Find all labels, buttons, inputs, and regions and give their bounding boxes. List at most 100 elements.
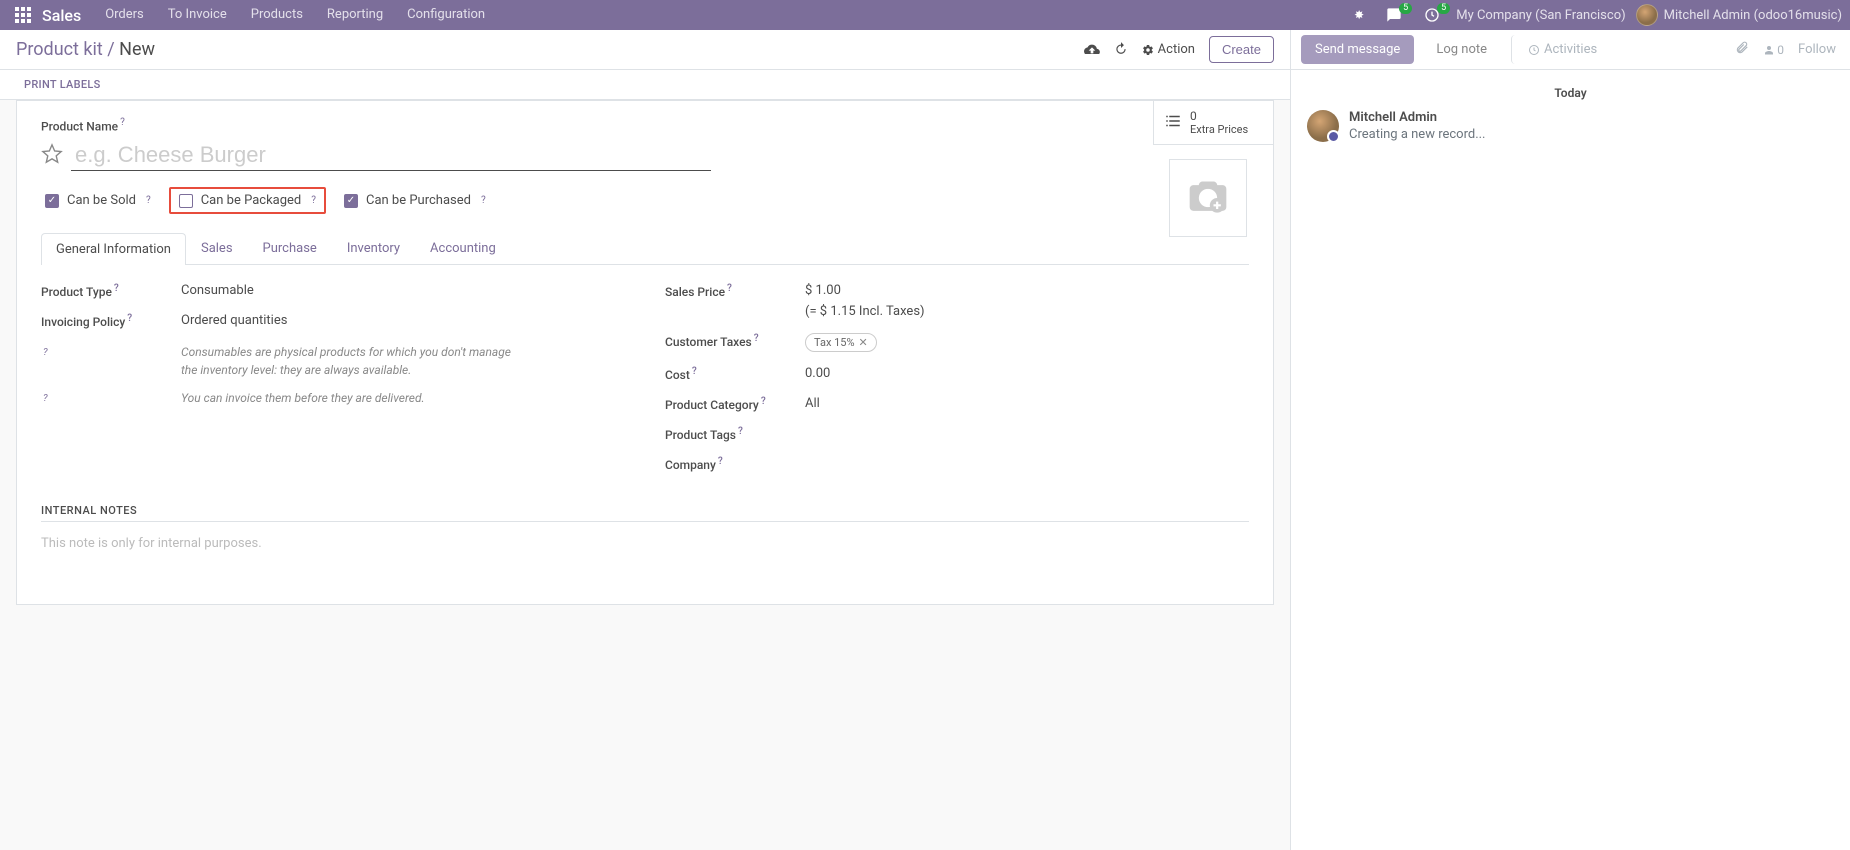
remove-tax-icon[interactable]: ✕ (859, 336, 868, 349)
apps-menu-icon[interactable] (8, 0, 38, 30)
nav-products[interactable]: Products (239, 0, 315, 30)
action-dropdown[interactable]: Action (1142, 42, 1195, 57)
nav-configuration[interactable]: Configuration (395, 0, 497, 30)
user-menu[interactable]: Mitchell Admin (odoo16music) (1636, 4, 1842, 26)
message-author: Mitchell Admin (1349, 110, 1486, 125)
user-avatar-icon (1636, 4, 1658, 26)
help-icon[interactable]: ? (120, 117, 125, 128)
can-be-packaged-option[interactable]: Can be Packaged? (169, 187, 326, 214)
help-icon[interactable]: ? (43, 345, 48, 360)
stat-label: Extra Prices (1190, 123, 1248, 136)
list-icon (1164, 112, 1182, 134)
activities-badge: 5 (1437, 3, 1450, 14)
help-icon[interactable]: ? (738, 426, 743, 437)
product-type-value[interactable]: Consumable (181, 283, 625, 299)
product-image-upload[interactable] (1169, 159, 1247, 237)
tab-accounting[interactable]: Accounting (415, 232, 511, 264)
tab-sales[interactable]: Sales (186, 232, 248, 264)
nav-reporting[interactable]: Reporting (315, 0, 395, 30)
messages-icon[interactable]: 5 (1380, 7, 1408, 23)
sales-price-label: Sales Price (665, 285, 725, 299)
breadcrumb-parent[interactable]: Product kit (16, 39, 103, 60)
tab-general-information[interactable]: General Information (41, 233, 186, 265)
help-icon[interactable]: ? (692, 366, 697, 377)
button-box: PRINT LABELS (0, 70, 1290, 100)
product-tags-label: Product Tags (665, 428, 736, 442)
tab-purchase[interactable]: Purchase (248, 232, 332, 264)
send-message-button[interactable]: Send message (1301, 35, 1414, 64)
help-icon[interactable]: ? (481, 195, 486, 206)
product-tags-value[interactable] (805, 426, 1249, 442)
log-note-button[interactable]: Log note (1422, 35, 1501, 64)
invoicing-policy-value[interactable]: Ordered quantities (181, 313, 625, 329)
chatter-message: Mitchell Admin Creating a new record... (1307, 110, 1834, 142)
form-sheet: 0 Extra Prices Product Name? (16, 100, 1274, 605)
help-icon[interactable]: ? (754, 333, 759, 344)
help-text-2: ?You can invoice them before they are de… (181, 389, 521, 407)
help-icon[interactable]: ? (311, 195, 316, 206)
clock-icon (1528, 44, 1540, 56)
person-icon (1763, 44, 1775, 56)
navbar-brand[interactable]: Sales (42, 6, 81, 25)
can-be-sold-checkbox[interactable] (45, 194, 59, 208)
help-icon[interactable]: ? (43, 391, 48, 406)
bug-icon[interactable]: ✸ (1348, 8, 1370, 22)
nav-to-invoice[interactable]: To Invoice (156, 0, 239, 30)
company-selector[interactable]: My Company (San Francisco) (1456, 8, 1625, 23)
activities-button[interactable]: Activities (1511, 35, 1611, 64)
company-label: Company (665, 458, 716, 472)
invoicing-policy-label: Invoicing Policy (41, 315, 125, 329)
nav-orders[interactable]: Orders (93, 0, 156, 30)
internal-notes-title: INTERNAL NOTES (41, 504, 1249, 522)
create-button[interactable]: Create (1209, 36, 1274, 63)
sales-price-incl: (= $ 1.15 Incl. Taxes) (805, 304, 1249, 319)
gear-icon (1142, 44, 1154, 56)
can-be-purchased-checkbox[interactable] (344, 194, 358, 208)
message-text: Creating a new record... (1349, 127, 1486, 142)
help-icon[interactable]: ? (127, 313, 132, 324)
product-type-label: Product Type (41, 285, 112, 299)
help-icon[interactable]: ? (146, 195, 151, 206)
user-name: Mitchell Admin (odoo16music) (1664, 8, 1842, 23)
tab-inventory[interactable]: Inventory (332, 232, 415, 264)
form-tabs: General Information Sales Purchase Inven… (41, 232, 1249, 265)
navbar-menu: Orders To Invoice Products Reporting Con… (93, 0, 497, 30)
chatter-panel: Send message Log note Activities 0 Follo… (1290, 30, 1850, 850)
help-text-1: ?Consumables are physical products for w… (181, 343, 521, 379)
cost-label: Cost (665, 368, 690, 382)
help-icon[interactable]: ? (718, 456, 723, 467)
help-icon[interactable]: ? (761, 396, 766, 407)
cloud-save-icon[interactable] (1084, 42, 1100, 58)
can-be-sold-option[interactable]: Can be Sold? (41, 191, 155, 210)
product-category-value[interactable]: All (805, 396, 1249, 412)
breadcrumb: Product kit / New (16, 39, 155, 60)
messages-badge: 5 (1399, 3, 1412, 14)
activities-icon[interactable]: 5 (1418, 7, 1446, 23)
attachment-icon[interactable] (1735, 41, 1749, 59)
internal-notes-input[interactable] (41, 526, 1249, 576)
favorite-star-icon[interactable] (41, 143, 63, 169)
product-name-input[interactable] (71, 140, 711, 171)
product-name-label: Product Name (41, 119, 118, 133)
control-panel: Product kit / New Action Create (0, 30, 1290, 70)
discard-icon[interactable] (1114, 41, 1128, 59)
tax-tag[interactable]: Tax 15% ✕ (805, 333, 877, 352)
help-icon[interactable]: ? (727, 283, 732, 294)
company-value[interactable] (805, 456, 1249, 472)
chatter-date-separator: Today (1307, 86, 1834, 100)
top-navbar: Sales Orders To Invoice Products Reporti… (0, 0, 1850, 30)
stat-value: 0 (1190, 109, 1248, 123)
message-avatar-icon (1307, 110, 1339, 142)
print-labels-button[interactable]: PRINT LABELS (16, 70, 109, 99)
help-icon[interactable]: ? (114, 283, 119, 294)
follow-button[interactable]: Follow (1798, 42, 1836, 57)
followers-count[interactable]: 0 (1763, 43, 1784, 57)
sales-price-value[interactable]: $ 1.00 (805, 283, 1249, 298)
breadcrumb-current: New (119, 39, 155, 60)
extra-prices-stat-button[interactable]: 0 Extra Prices (1153, 101, 1273, 145)
can-be-packaged-checkbox[interactable] (179, 194, 193, 208)
cost-value[interactable]: 0.00 (805, 366, 1249, 382)
product-category-label: Product Category (665, 398, 759, 412)
can-be-purchased-option[interactable]: Can be Purchased? (340, 191, 490, 210)
customer-taxes-label: Customer Taxes (665, 335, 752, 349)
